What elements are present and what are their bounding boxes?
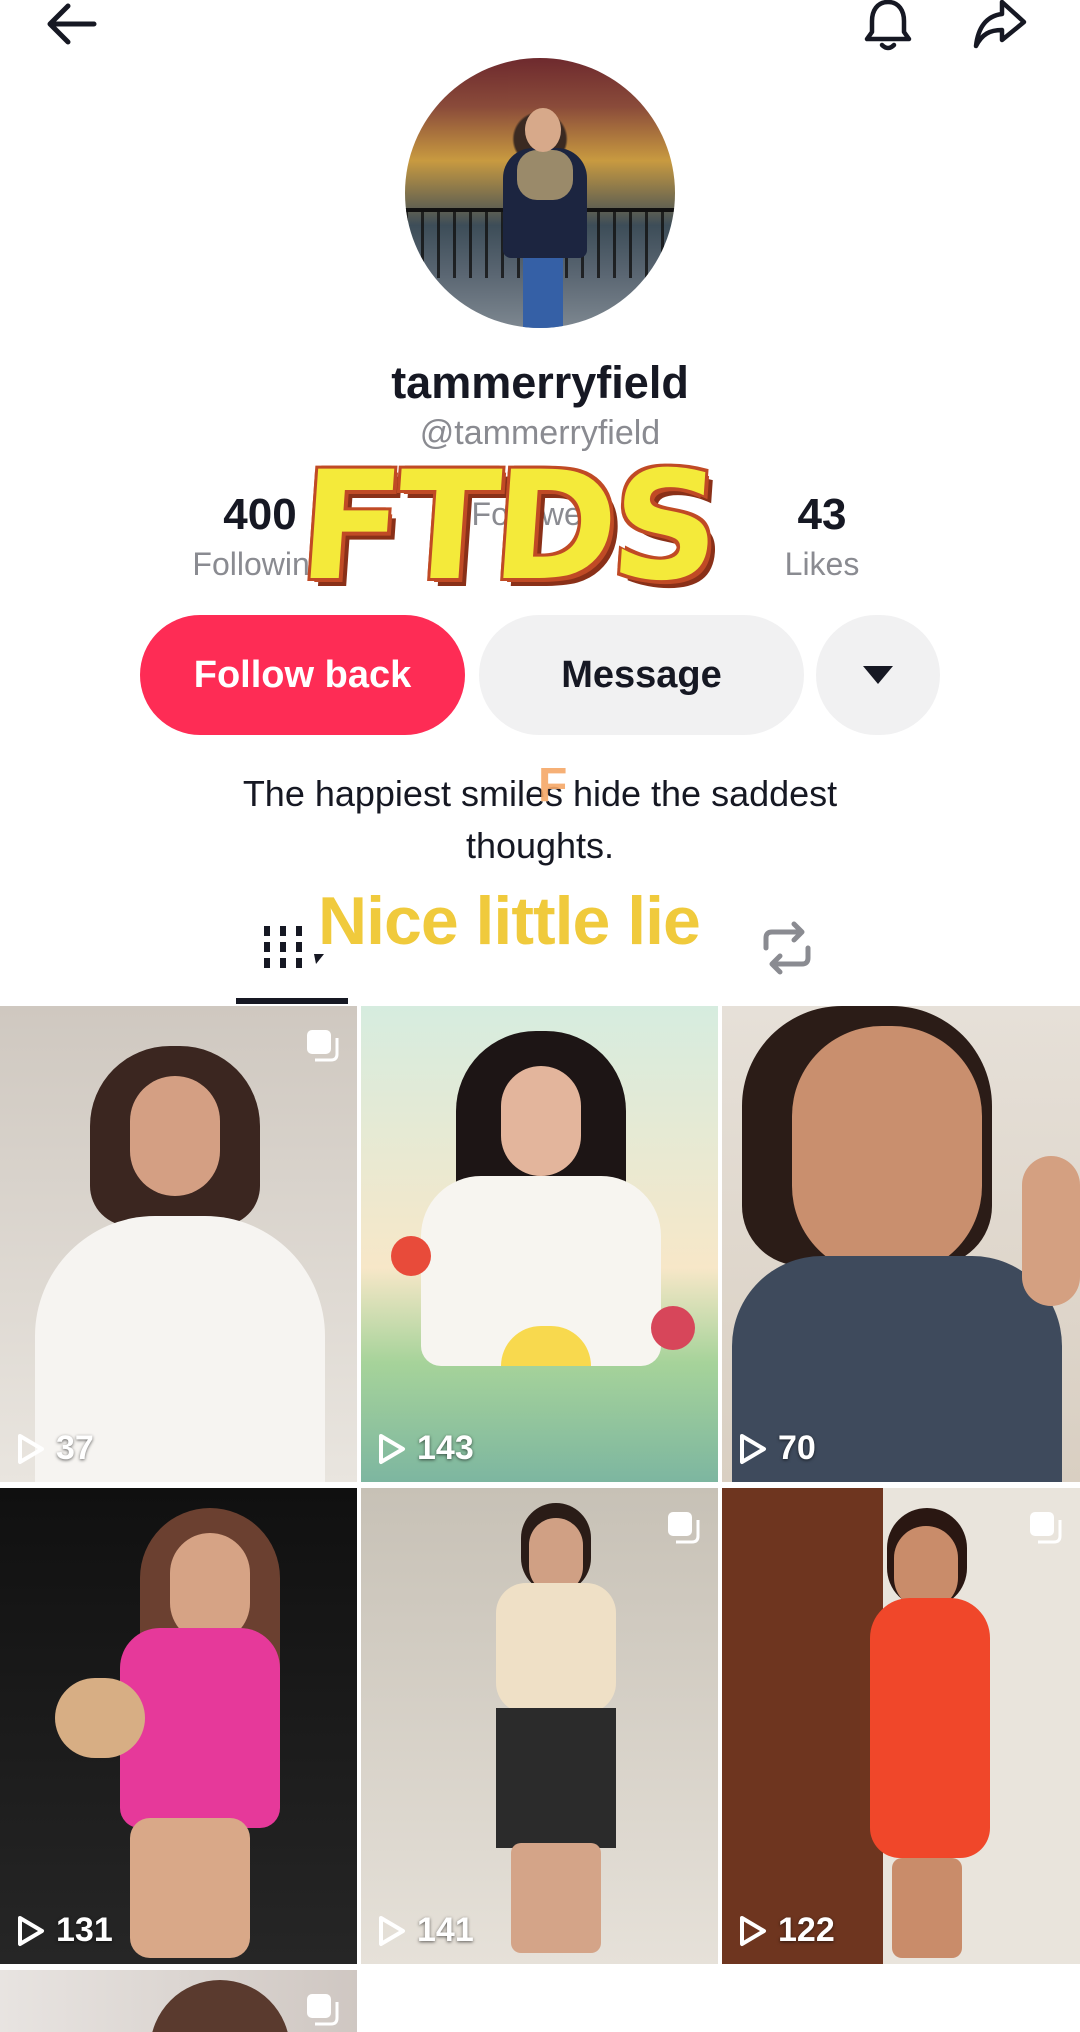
video-thumbnail[interactable]: 131 [0,1488,357,1964]
play-icon [740,1915,766,1946]
follow-back-button[interactable]: Follow back [140,615,465,735]
video-thumbnail[interactable]: 141 [361,1488,718,1964]
play-icon [18,1433,44,1464]
view-count-value: 143 [417,1429,474,1467]
display-name: tammerryfield [391,357,689,408]
profile-avatar[interactable] [405,58,675,328]
notifications-button[interactable] [856,0,920,56]
video-thumbnail[interactable]: 143 [361,1006,718,1482]
video-thumbnail[interactable]: 122 [722,1488,1080,1964]
multi-image-icon [668,1512,700,1544]
view-count-value: 70 [778,1429,816,1467]
share-icon [973,0,1027,49]
view-count: 37 [16,1429,94,1468]
view-count: 70 [738,1429,816,1468]
view-count: 143 [377,1429,474,1468]
video-thumbnail[interactable]: 37 [0,1006,357,1482]
multi-image-icon [307,1030,339,1062]
overlay-caption: Nice little lie [318,883,701,959]
multi-image-icon [307,1994,339,2026]
back-arrow-icon [47,3,97,45]
view-count: 141 [377,1911,474,1950]
view-count-value: 131 [56,1911,113,1949]
view-count-value: 37 [56,1429,94,1467]
view-count: 122 [738,1911,835,1950]
chevron-down-icon [863,666,893,684]
bio-line-2: thoughts. [465,825,615,866]
video-thumbnail[interactable] [0,1970,357,2032]
view-count-value: 122 [778,1911,835,1949]
play-icon [740,1433,766,1464]
tab-reposts[interactable] [752,918,822,978]
multi-image-icon [1030,1512,1062,1544]
overlay-letter: F [538,759,568,812]
video-grid: 37 143 70 131 141 122 [0,1006,1080,2032]
more-options-button[interactable] [816,615,940,735]
play-icon [18,1915,44,1946]
play-icon [379,1915,405,1946]
bell-icon [864,0,912,51]
likes-stat[interactable]: 43 Likes [732,490,912,583]
share-button[interactable] [968,0,1032,56]
overlay-ftds-text: FTDS [294,440,720,614]
message-button[interactable]: Message [479,615,804,735]
play-icon [379,1433,405,1464]
likes-count: 43 [797,490,847,539]
likes-label: Likes [784,546,860,582]
video-thumbnail[interactable]: 70 [722,1006,1080,1482]
repost-icon [763,921,811,975]
view-count: 131 [16,1911,113,1950]
back-button[interactable] [40,0,104,56]
active-tab-indicator [236,998,348,1004]
view-count-value: 141 [417,1911,474,1949]
